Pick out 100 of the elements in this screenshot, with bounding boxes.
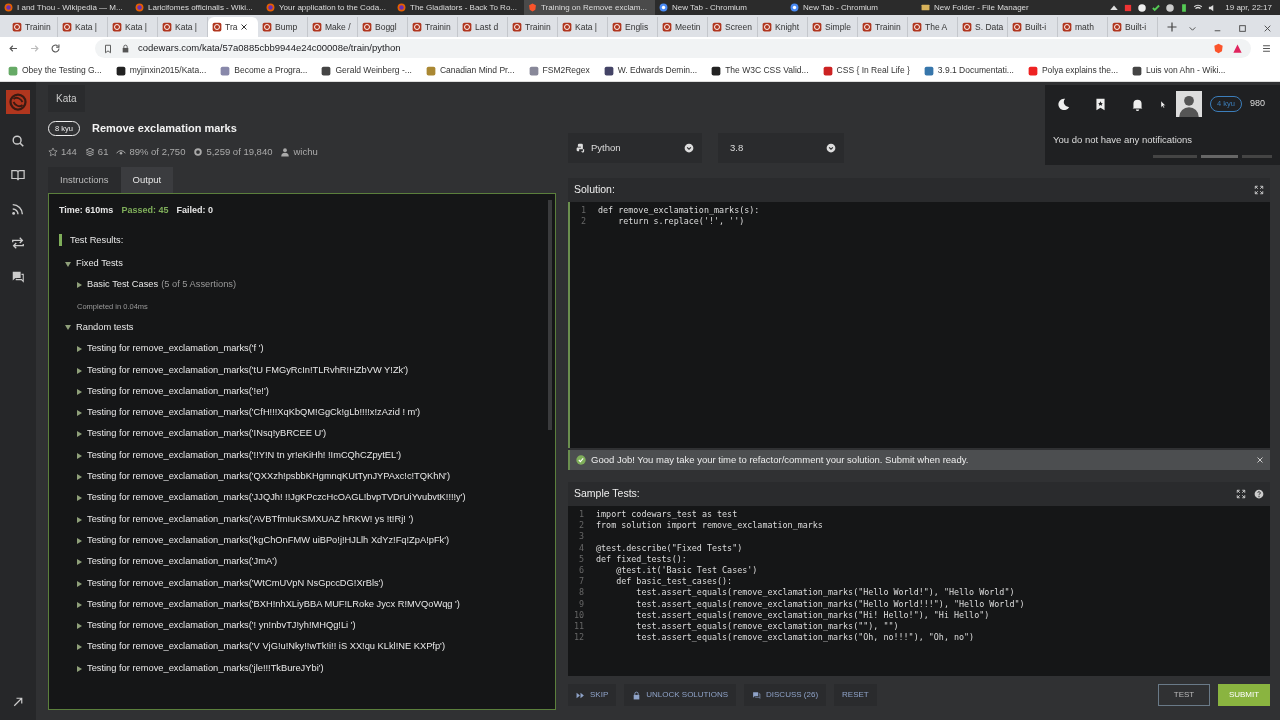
caret-icon[interactable] — [77, 623, 82, 630]
caret-icon[interactable] — [77, 410, 82, 417]
caret-icon[interactable] — [77, 367, 82, 374]
bookmark-link[interactable]: Become a Progra... — [220, 64, 308, 77]
chevron-icon[interactable] — [1188, 24, 1197, 33]
test-label[interactable]: Testing for remove_exclamation_marks('INsq!yBRCEE U') — [87, 427, 327, 442]
bell-icon[interactable] — [1131, 97, 1144, 111]
test-label[interactable]: Testing for remove_exclamation_marks('kgChOnFMW uiBPo!j!HJLlh XdYz!Fq!ZpA!pFk') — [87, 533, 450, 548]
rss-icon[interactable] — [11, 202, 25, 216]
bookmark-link[interactable]: myjinxin2015/Kata... — [115, 64, 207, 77]
test-label[interactable]: Testing for remove_exclamation_marks('V VjG!u!Nky!!wTk!i!! iS XX!qu KLkl!NE KXPfp') — [87, 640, 445, 655]
new-tab-icon[interactable] — [1166, 21, 1178, 33]
test-label[interactable]: Testing for remove_exclamation_marks('tU FMGyRcIn!TLRvhR!HZbVW Y!Zk') — [87, 363, 409, 378]
test-label[interactable]: Testing for remove_exclamation_marks('jle!!!TkBureJYbi') — [87, 661, 324, 676]
code-editor[interactable]: 1 def remove_exclamation_marks(s): 2 return s.replace('!', '') — [568, 202, 1270, 448]
panel-tab[interactable]: Output — [120, 166, 174, 193]
language-select[interactable]: Python — [568, 133, 702, 163]
tray-icon[interactable] — [1151, 2, 1162, 13]
reload-icon[interactable] — [50, 43, 61, 54]
menu-icon[interactable] — [1261, 43, 1272, 54]
close-icon[interactable] — [1263, 24, 1272, 33]
address-bar[interactable]: codewars.com/kata/57a0885cbb9944e24c00008e/train/python — [95, 39, 1251, 58]
breadcrumb-link[interactable]: Kata — [48, 85, 85, 112]
taskbar-item[interactable]: New Folder - File Manager — [917, 0, 1048, 15]
bookmark-link[interactable]: FSM2Regex — [528, 64, 590, 77]
bookmark-link[interactable]: Polya explains the... — [1027, 64, 1118, 77]
caret-icon[interactable] — [77, 559, 82, 566]
fullscreen-icon[interactable] — [1254, 185, 1264, 195]
maximize-icon[interactable] — [1238, 24, 1247, 33]
book-icon[interactable] — [11, 168, 25, 182]
fullscreen-icon[interactable] — [1236, 489, 1246, 499]
caret-icon[interactable] — [77, 452, 82, 459]
moon-icon[interactable] — [1057, 97, 1070, 111]
bookmark-link[interactable]: The W3C CSS Valid... — [711, 64, 809, 77]
help-icon[interactable] — [1254, 489, 1264, 499]
group-label[interactable]: Fixed Tests — [76, 257, 123, 272]
bookmark-link[interactable]: Canadian Mind Pr... — [425, 64, 515, 77]
test-label[interactable]: Testing for remove_exclamation_marks('! yn!nbvTJ!yh!MHQg!Li ') — [87, 619, 356, 634]
repeat-icon[interactable] — [11, 236, 25, 250]
logo-icon[interactable] — [6, 90, 30, 114]
bookmark-link[interactable]: Obey the Testing G... — [8, 64, 102, 77]
caret-icon[interactable] — [77, 388, 82, 395]
taskbar-item[interactable]: The Gladiators - Back To Ro... — [393, 0, 524, 15]
group-label[interactable]: Random tests — [76, 321, 134, 335]
caret-icon[interactable] — [77, 580, 82, 587]
caret-icon[interactable] — [77, 665, 82, 672]
test-label[interactable]: Testing for remove_exclamation_marks('f ') — [87, 342, 264, 357]
caret-icon[interactable] — [77, 346, 82, 353]
test-label[interactable]: Testing for remove_exclamation_marks('!e!') — [87, 384, 269, 399]
panel-tab[interactable]: Instructions — [48, 166, 121, 193]
bookmark-link[interactable]: Luis von Ahn - Wiki... — [1132, 64, 1226, 77]
caret-icon[interactable] — [77, 474, 82, 481]
caret-icon[interactable] — [77, 431, 82, 438]
test-label[interactable]: Testing for remove_exclamation_marks('QXXzh!psbbKHgmnqKUtTynJYPAxc!c!TQKhN') — [87, 470, 450, 484]
taskbar-item[interactable]: Training on Remove exclam... — [524, 0, 655, 15]
search-icon[interactable] — [11, 134, 25, 148]
caret-icon[interactable] — [65, 325, 71, 331]
test-label[interactable]: Testing for remove_exclamation_marks('CfH!!!XqKbQM!GgCk!gLb!!!!x!zAzid ! m') — [87, 406, 421, 421]
close-icon[interactable] — [240, 23, 249, 31]
test-label[interactable]: Testing for remove_exclamation_marks('JmA') — [87, 555, 278, 570]
action-button[interactable]: DISCUSS (26) — [744, 684, 827, 706]
test-label[interactable]: Testing for remove_exclamation_marks('JJQJh! !!JgKPczcHcOAGL!bvpTVDrUiYvubvtK!!!!y') — [87, 491, 466, 506]
tray-icon[interactable] — [1137, 2, 1148, 13]
chat-icon[interactable] — [11, 270, 25, 284]
caret-icon[interactable] — [77, 537, 82, 544]
back-icon[interactable] — [8, 43, 19, 54]
test-label[interactable]: Testing for remove_exclamation_marks('AVBTfmIuKSMXUAZ hRKW! ys !t!Rj! ') — [87, 512, 414, 527]
taskbar-item[interactable]: Your application to the Coda... — [262, 0, 393, 15]
scrollbar[interactable] — [548, 200, 552, 430]
tray-icon[interactable] — [1165, 2, 1176, 13]
caret-icon[interactable] — [77, 516, 82, 523]
caret-icon[interactable] — [77, 282, 82, 289]
caret-icon[interactable] — [65, 261, 71, 267]
browser-tab[interactable]: Tra — [208, 17, 258, 37]
test-label[interactable]: Basic Test Cases — [87, 278, 159, 293]
code-editor[interactable] — [568, 506, 1270, 676]
caret-icon[interactable] — [77, 601, 82, 608]
version-select[interactable]: 3.8 — [718, 133, 844, 163]
caret-icon[interactable] — [77, 495, 82, 502]
test-label[interactable]: Testing for remove_exclamation_marks('!!Y!N tn yr!eKiHh! !ImCQhCZpytEL') — [87, 448, 402, 463]
test-button[interactable]: TEST — [1158, 684, 1210, 706]
action-button[interactable]: SKIP — [568, 684, 617, 706]
shield-icon[interactable] — [1213, 43, 1224, 54]
avatar[interactable] — [1176, 91, 1202, 117]
bookmark-link[interactable]: Gerald Weinberg -... — [321, 64, 412, 77]
bookmark-link[interactable]: 3.9.1 Documentati... — [923, 64, 1014, 77]
taskbar-item[interactable]: Laricifomes officinalis - Wiki... — [131, 0, 262, 15]
taskbar-item[interactable]: New Tab - Chromium — [655, 0, 786, 15]
test-label[interactable]: Testing for remove_exclamation_marks('WtCmUVpN NsGpccDG!XrBls') — [87, 576, 384, 591]
bookmark-icon[interactable] — [1094, 97, 1107, 111]
caret-icon[interactable] — [77, 644, 82, 651]
test-label[interactable]: Testing for remove_exclamation_marks('BXH!nhXLiyBBA MUF!LRoke Jycx R!MVQoWqg ') — [87, 597, 460, 612]
bookmark-link[interactable]: CSS { In Real Life } — [822, 64, 910, 77]
expand-arrow-icon[interactable] — [12, 696, 24, 708]
triangle-icon[interactable] — [1232, 43, 1243, 54]
taskbar-item[interactable]: New Tab - Chromium — [786, 0, 917, 15]
taskbar-item[interactable]: I and Thou - Wikipedia — M... — [0, 0, 131, 15]
action-button[interactable]: RESET — [834, 684, 877, 706]
author-link[interactable]: wichu — [293, 144, 318, 159]
action-button[interactable]: UNLOCK SOLUTIONS — [624, 684, 737, 706]
